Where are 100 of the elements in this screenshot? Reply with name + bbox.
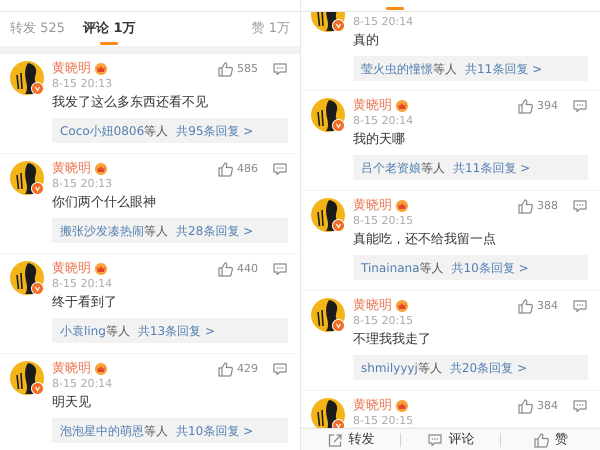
crown-badge-icon [94, 262, 108, 275]
comment-time: 8-15 20:14 [353, 15, 414, 29]
tab[interactable]: 赞 1万 [252, 12, 290, 46]
user-name[interactable]: 黄晓明 [52, 262, 91, 275]
comment-icon[interactable] [272, 60, 288, 76]
reply-count-link[interactable]: 共95条回复 > [176, 122, 254, 140]
reply-count-link[interactable]: 共11条回复 > [453, 158, 530, 176]
crown-badge-icon [395, 399, 409, 412]
like-button[interactable]: 429 [217, 360, 258, 376]
like-button[interactable]: 384 [517, 298, 558, 314]
comment-button[interactable]: 评论 [401, 429, 500, 450]
reply-summary[interactable]: 泡泡星中的萌恩等人 共10条回复 > [52, 418, 288, 443]
avatar[interactable] [311, 98, 345, 132]
crown-badge-icon [94, 362, 108, 375]
user-name[interactable]: 黄晓明 [52, 362, 91, 375]
comment-text: 我的天哪 [353, 131, 405, 149]
comment-icon[interactable] [572, 298, 588, 314]
comment-text: 真能吃，还不给我留一点 [353, 231, 496, 249]
crown-badge-icon [395, 99, 409, 112]
like-button[interactable]: 486 [217, 160, 258, 176]
comment-text: 真的 [353, 32, 379, 50]
reply-users-link[interactable]: 莹火虫的憧憬 [361, 60, 433, 78]
user-name[interactable]: 黄晓明 [52, 162, 91, 175]
crown-badge-icon [94, 62, 108, 75]
comment-icon[interactable] [272, 160, 288, 176]
like-button[interactable]: 585 [217, 60, 258, 76]
reply-suffix: 等人 [144, 222, 168, 240]
reply-count-link[interactable]: 共20条回复 > [450, 358, 527, 376]
thumbs-up-icon [517, 398, 533, 414]
reply-count-link[interactable]: 共13条回复 > [138, 322, 216, 340]
thumbs-up-icon [533, 432, 549, 448]
crown-badge-icon [94, 162, 108, 175]
comment-time: 8-15 20:13 [52, 177, 112, 191]
reply-suffix: 等人 [144, 422, 168, 440]
crown-badge-icon [395, 299, 409, 312]
reply-summary[interactable]: 小袁ling等人 共13条回复 > [52, 318, 288, 343]
reply-count-link[interactable]: 共10条回复 > [176, 422, 254, 440]
reply-users-link[interactable]: 泡泡星中的萌恩 [60, 422, 144, 440]
comment-time: 8-15 20:15 [353, 414, 414, 428]
reply-suffix: 等人 [144, 122, 168, 140]
comment-text: 明天见 [52, 394, 91, 412]
avatar[interactable] [10, 161, 44, 195]
comment-time: 8-15 20:15 [353, 314, 414, 328]
reply-count-link[interactable]: 共10条回复 > [452, 258, 529, 276]
avatar[interactable] [10, 361, 44, 395]
comment-icon[interactable] [572, 198, 588, 214]
user-name[interactable]: 黄晓明 [353, 199, 392, 212]
comment-text: 你们两个什么眼神 [52, 194, 156, 212]
reply-suffix: 等人 [433, 60, 457, 78]
reply-summary[interactable]: Coco小妞0806等人 共95条回复 > [52, 118, 288, 143]
reply-users-link[interactable]: 吕个老资娘 [361, 158, 421, 176]
thumbs-up-icon [217, 60, 233, 76]
reply-count-link[interactable]: 共28条回复 > [176, 222, 254, 240]
share-button[interactable]: 转发 [301, 429, 400, 450]
comment-time: 8-15 20:15 [353, 214, 414, 228]
user-name[interactable]: 黄晓明 [353, 299, 392, 312]
reply-summary[interactable]: 莹火虫的憧憬等人 共11条回复 > [353, 56, 588, 81]
comment-icon[interactable] [272, 360, 288, 376]
comment-text: 不理我我走了 [353, 331, 431, 349]
comment-icon[interactable] [572, 98, 588, 114]
reply-users-link[interactable]: 搬张沙发凑热闹 [60, 222, 144, 240]
like-button[interactable]: 394 [517, 98, 558, 114]
like-button[interactable]: 440 [217, 260, 258, 276]
avatar[interactable] [10, 261, 44, 295]
reply-suffix: 等人 [420, 260, 444, 276]
reply-suffix: 等人 [418, 360, 442, 376]
comment-time: 8-15 20:14 [52, 277, 112, 291]
like-button[interactable]: 384 [517, 398, 558, 414]
tab[interactable]: 转发 525 [10, 12, 65, 46]
avatar[interactable] [311, 198, 345, 232]
thumbs-up-icon [517, 198, 533, 214]
comment-icon[interactable] [272, 260, 288, 276]
user-name[interactable]: 黄晓明 [353, 99, 392, 112]
tab[interactable]: 评论 1万 [82, 12, 136, 46]
comment-text: 终于看到了 [52, 294, 117, 312]
reply-users-link[interactable]: Tinainana [361, 258, 420, 276]
like-button[interactable]: 赞 [501, 429, 600, 450]
comment-time: 8-15 20:13 [52, 77, 112, 91]
reply-summary[interactable]: 搬张沙发凑热闹等人 共28条回复 > [52, 218, 288, 243]
thumbs-up-icon [217, 360, 233, 376]
reply-users-link[interactable]: Coco小妞0806 [60, 122, 144, 140]
user-name[interactable]: 黄晓明 [353, 399, 392, 412]
reply-count-link[interactable]: 共11条回复 > [465, 60, 542, 78]
reply-users-link[interactable]: 小袁ling [60, 322, 106, 340]
comment-time: 8-15 20:14 [52, 377, 112, 391]
user-name[interactable]: 黄晓明 [52, 62, 91, 75]
avatar[interactable] [10, 61, 44, 95]
reply-summary[interactable]: shmilyyyj等人 共20条回复 > [353, 355, 588, 380]
avatar[interactable] [311, 12, 345, 32]
reply-users-link[interactable]: shmilyyyj [361, 358, 418, 376]
share-icon [326, 432, 342, 448]
like-button[interactable]: 388 [517, 198, 558, 214]
avatar[interactable] [311, 298, 345, 332]
comment-icon [426, 432, 442, 448]
tab-indicator [386, 7, 404, 10]
comment-text: 我发了这么多东西还看不见 [52, 94, 208, 112]
comment-icon[interactable] [572, 398, 588, 414]
reply-summary[interactable]: Tinainana等人 共10条回复 > [353, 255, 588, 280]
thumbs-up-icon [217, 160, 233, 176]
reply-summary[interactable]: 吕个老资娘等人 共11条回复 > [353, 155, 588, 180]
